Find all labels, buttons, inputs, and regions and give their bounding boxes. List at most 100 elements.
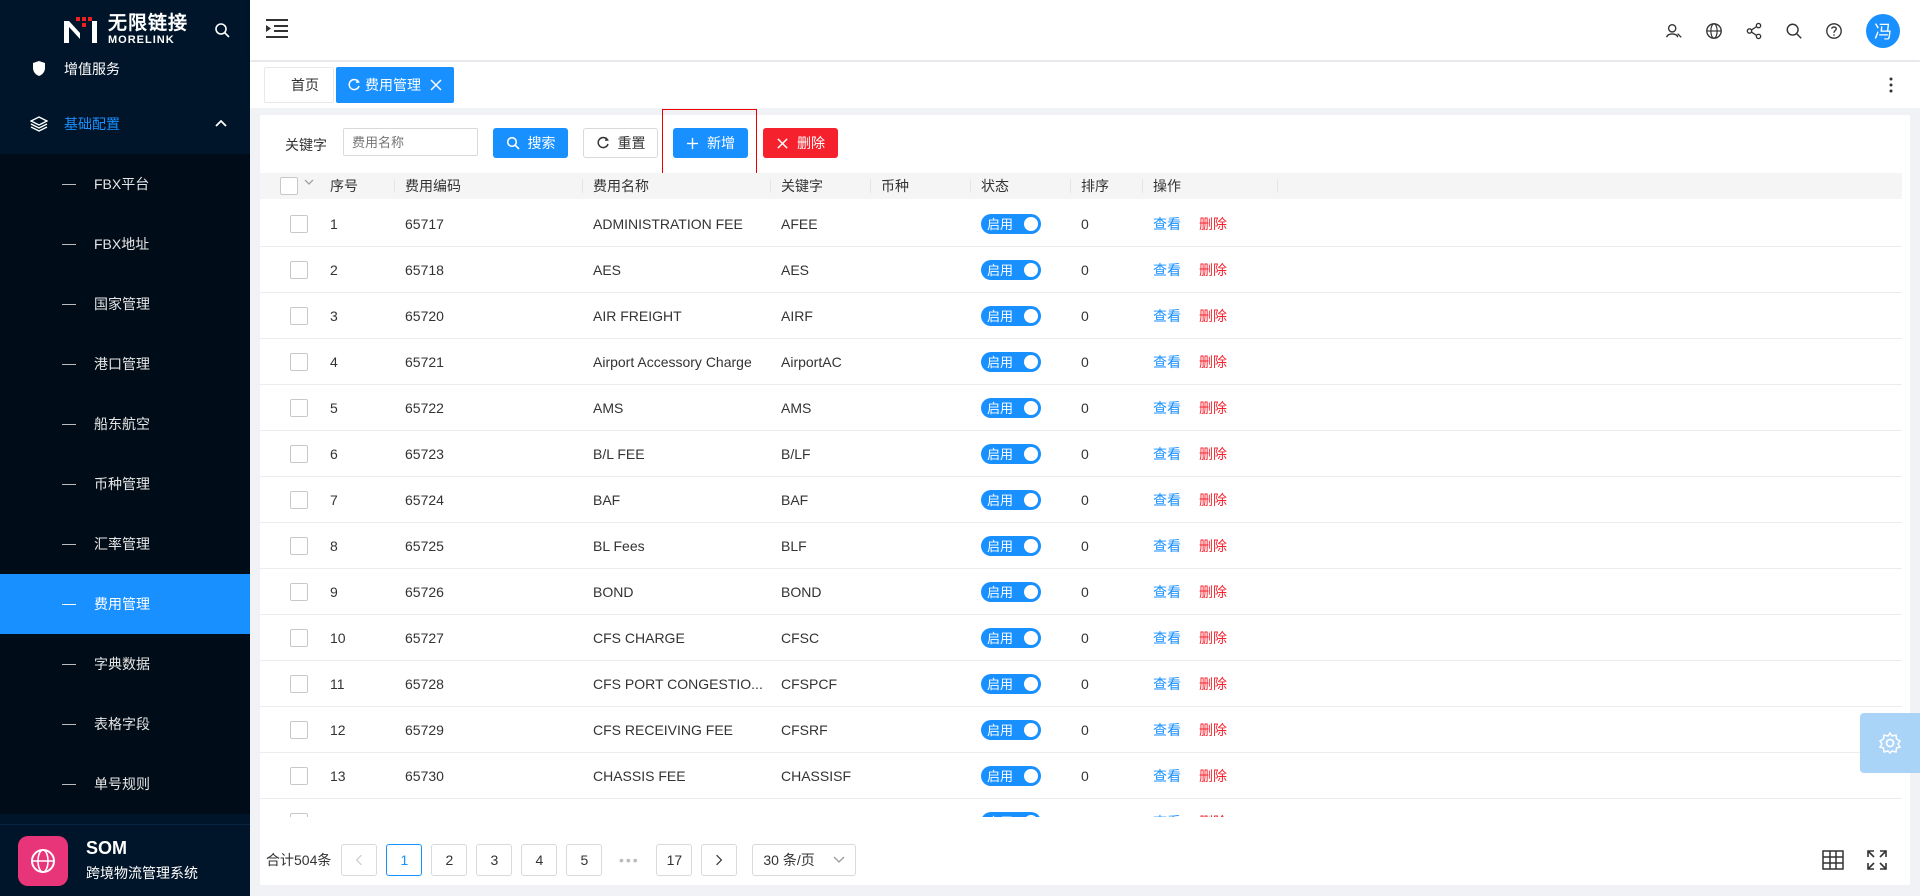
row-checkbox[interactable] — [290, 306, 308, 325]
row-checkbox[interactable] — [290, 444, 308, 463]
sidebar-item-carrier[interactable]: 船东航空 — [0, 394, 250, 454]
row-checkbox[interactable] — [290, 214, 308, 233]
page-ellipsis[interactable]: ••• — [611, 844, 648, 876]
table-row[interactable]: 2 65718 AES AES 启用 0 查看 删除 — [260, 247, 1902, 293]
app-switcher[interactable]: SOM 跨境物流管理系统 — [0, 824, 250, 896]
row-checkbox[interactable] — [290, 398, 308, 417]
share-icon[interactable] — [1744, 21, 1764, 41]
chevron-down-icon[interactable] — [304, 177, 314, 187]
menu-fold-icon[interactable] — [264, 16, 290, 40]
sidebar-item-fbx-platform[interactable]: FBX平台 — [0, 154, 250, 214]
table-row[interactable]: 1 65717 ADMINISTRATION FEE AFEE 启用 0 查看 删除 — [260, 201, 1902, 247]
view-link[interactable]: 查看 — [1153, 676, 1181, 692]
delete-button[interactable]: 删除 — [763, 128, 838, 158]
table-row[interactable]: 11 65728 CFS PORT CONGESTIO... CFSPCF 启用 0 查看 删… — [260, 661, 1902, 707]
status-toggle[interactable]: 启用 — [981, 627, 1041, 648]
status-toggle[interactable]: 启用 — [981, 673, 1041, 694]
table-row[interactable]: 7 65724 BAF BAF 启用 0 查看 删除 — [260, 477, 1902, 523]
view-link[interactable]: 查看 — [1153, 584, 1181, 600]
globe-icon[interactable] — [1704, 21, 1724, 41]
search-icon[interactable] — [214, 22, 230, 38]
status-toggle[interactable]: 启用 — [981, 719, 1041, 740]
delete-link[interactable]: 删除 — [1199, 354, 1227, 370]
table-row[interactable]: 5 65722 AMS AMS 启用 0 查看 删除 — [260, 385, 1902, 431]
search-button[interactable]: 搜索 — [493, 128, 568, 158]
delete-link[interactable]: 删除 — [1199, 400, 1227, 416]
settings-gear-button[interactable] — [1860, 713, 1920, 773]
page-button-2[interactable]: 2 — [431, 844, 468, 876]
sidebar-item-country[interactable]: 国家管理 — [0, 274, 250, 334]
delete-link[interactable]: 删除 — [1199, 538, 1227, 554]
status-toggle[interactable]: 启用 — [981, 213, 1041, 234]
status-toggle[interactable]: 启用 — [981, 489, 1041, 510]
delete-link[interactable]: 删除 — [1199, 308, 1227, 324]
next-page-button[interactable] — [701, 844, 738, 876]
row-checkbox[interactable] — [290, 490, 308, 509]
select-all-checkbox[interactable] — [280, 177, 298, 195]
prev-page-button[interactable] — [341, 844, 378, 876]
delete-link[interactable]: 删除 — [1199, 768, 1227, 784]
user-search-icon[interactable] — [1664, 21, 1684, 41]
status-toggle[interactable]: 启用 — [981, 305, 1041, 326]
status-toggle[interactable]: 启用 — [981, 443, 1041, 464]
close-icon[interactable] — [429, 78, 443, 92]
delete-link[interactable]: 删除 — [1199, 814, 1227, 818]
view-link[interactable]: 查看 — [1153, 768, 1181, 784]
view-link[interactable]: 查看 — [1153, 262, 1181, 278]
sidebar-group-basic-config[interactable]: 基础配置 — [0, 94, 250, 154]
row-checkbox[interactable] — [290, 720, 308, 739]
sidebar-item-table-fields[interactable]: 表格字段 — [0, 694, 250, 754]
table-row[interactable]: 4 65721 Airport Accessory Charge AirportAC 启… — [260, 339, 1902, 385]
status-toggle[interactable]: 启用 — [981, 535, 1041, 556]
status-toggle[interactable]: 启用 — [981, 259, 1041, 280]
view-link[interactable]: 查看 — [1153, 400, 1181, 416]
more-vertical-icon[interactable] — [1888, 76, 1894, 94]
page-button-3[interactable]: 3 — [476, 844, 513, 876]
sidebar-item-number-rules[interactable]: 单号规则 — [0, 754, 250, 814]
row-checkbox[interactable] — [290, 352, 308, 371]
table-row[interactable]: 10 65727 CFS CHARGE CFSC 启用 0 查看 删除 — [260, 615, 1902, 661]
status-toggle[interactable]: 启用 — [981, 397, 1041, 418]
table-row[interactable]: 9 65726 BOND BOND 启用 0 查看 删除 — [260, 569, 1902, 615]
status-toggle[interactable]: 启用 — [981, 351, 1041, 372]
keyword-input[interactable] — [343, 128, 478, 156]
sidebar-item-exchange-rate[interactable]: 汇率管理 — [0, 514, 250, 574]
tab-fee-management[interactable]: 费用管理 — [336, 67, 454, 103]
view-link[interactable]: 查看 — [1153, 814, 1181, 818]
row-checkbox[interactable] — [290, 628, 308, 647]
view-link[interactable]: 查看 — [1153, 216, 1181, 232]
page-button-5[interactable]: 5 — [566, 844, 603, 876]
delete-link[interactable]: 删除 — [1199, 262, 1227, 278]
table-columns-icon[interactable] — [1822, 849, 1844, 871]
sidebar-item-currency[interactable]: 币种管理 — [0, 454, 250, 514]
page-button-4[interactable]: 4 — [521, 844, 558, 876]
status-toggle[interactable]: 启用 — [981, 811, 1041, 817]
delete-link[interactable]: 删除 — [1199, 446, 1227, 462]
sidebar-item-fee-management[interactable]: 费用管理 — [0, 574, 250, 634]
status-toggle[interactable]: 启用 — [981, 765, 1041, 786]
delete-link[interactable]: 删除 — [1199, 630, 1227, 646]
sidebar-item-port[interactable]: 港口管理 — [0, 334, 250, 394]
table-row[interactable]: 12 65729 CFS RECEIVING FEE CFSRF 启用 0 查看 删除 — [260, 707, 1902, 753]
add-button[interactable]: 新增 — [673, 128, 748, 158]
user-avatar[interactable]: 冯 — [1866, 14, 1900, 48]
help-icon[interactable] — [1824, 21, 1844, 41]
tab-home[interactable]: 首页 — [264, 67, 334, 103]
row-checkbox[interactable] — [290, 260, 308, 279]
table-row[interactable]: 13 65730 CHASSIS FEE CHASSISF 启用 0 查看 删除 — [260, 753, 1902, 799]
view-link[interactable]: 查看 — [1153, 722, 1181, 738]
view-link[interactable]: 查看 — [1153, 538, 1181, 554]
delete-link[interactable]: 删除 — [1199, 722, 1227, 738]
table-row[interactable]: 1465731CHASSIS SPLIT FEECHASSISSF 启用 0 查看 删除 — [260, 799, 1902, 817]
status-toggle[interactable]: 启用 — [981, 581, 1041, 602]
table-row[interactable]: 6 65723 B/L FEE B/LF 启用 0 查看 删除 — [260, 431, 1902, 477]
page-button-1[interactable]: 1 — [386, 844, 423, 876]
delete-link[interactable]: 删除 — [1199, 216, 1227, 232]
row-checkbox[interactable] — [290, 674, 308, 693]
sidebar-item-dictionary[interactable]: 字典数据 — [0, 634, 250, 694]
view-link[interactable]: 查看 — [1153, 354, 1181, 370]
view-link[interactable]: 查看 — [1153, 492, 1181, 508]
search-icon[interactable] — [1784, 21, 1804, 41]
fullscreen-icon[interactable] — [1866, 849, 1888, 871]
sidebar-item-fbx-address[interactable]: FBX地址 — [0, 214, 250, 274]
